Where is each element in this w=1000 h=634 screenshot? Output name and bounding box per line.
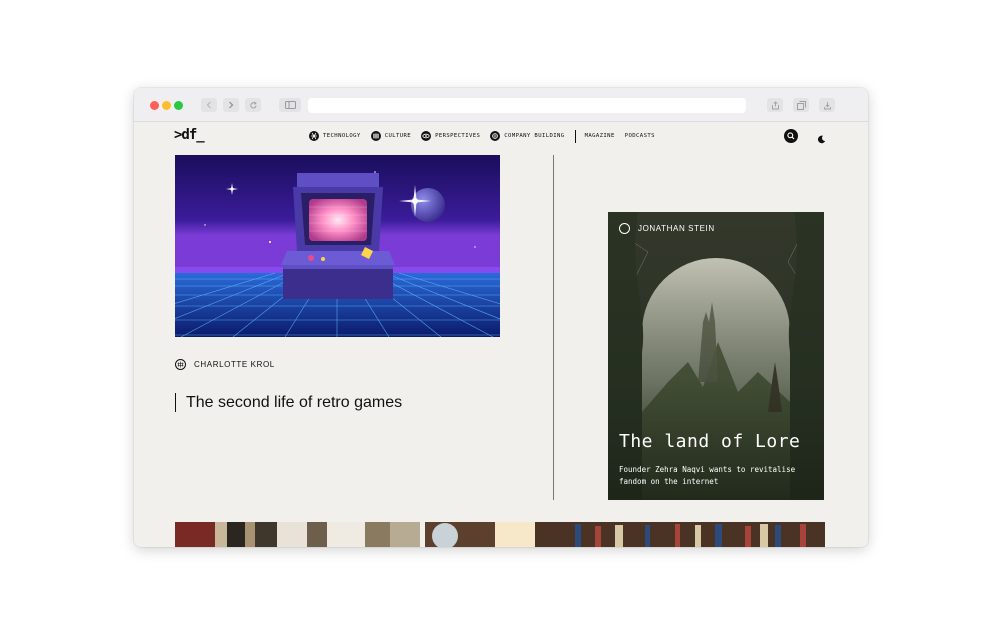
technology-icon [309, 131, 319, 141]
address-bar[interactable] [308, 98, 746, 113]
back-button[interactable] [201, 98, 217, 112]
nav-label: CULTURE [384, 133, 412, 139]
tabs-button[interactable] [793, 98, 809, 112]
author-globe-icon [619, 223, 630, 234]
bookshelf-photo [175, 522, 825, 547]
web-page: >df_ TECHNOLOGY CULTURE PERSPECTIVES COM… [134, 122, 868, 547]
nav-item-technology[interactable]: TECHNOLOGY [309, 131, 361, 141]
nav-label: PERSPECTIVES [435, 133, 481, 139]
share-button[interactable] [767, 98, 783, 112]
chevron-right-icon [229, 101, 234, 109]
reload-icon [249, 101, 257, 108]
search-button[interactable] [784, 129, 798, 143]
minimize-window-button[interactable] [162, 101, 171, 110]
site-logo[interactable]: >df_ [174, 127, 205, 143]
nav-item-perspectives[interactable]: PERSPECTIVES [421, 131, 480, 141]
theme-toggle-button[interactable] [817, 131, 826, 144]
main-nav: TECHNOLOGY CULTURE PERSPECTIVES COMPANY … [309, 129, 665, 143]
sidebar-toggle-button[interactable] [279, 98, 301, 112]
perspectives-icon [421, 131, 432, 141]
card-author[interactable]: JONATHAN STEIN [619, 223, 715, 234]
featured-card[interactable]: JONATHAN STEIN The land of Lore Founder … [608, 212, 824, 500]
browser-window: >df_ TECHNOLOGY CULTURE PERSPECTIVES COM… [134, 88, 868, 547]
nav-divider [574, 129, 576, 143]
sidebar-icon [284, 101, 296, 109]
moon-icon [817, 135, 826, 144]
download-icon [823, 101, 831, 109]
nav-label: TECHNOLOGY [323, 133, 361, 139]
fantasy-landscape-illustration [608, 212, 824, 500]
chevron-left-icon [206, 101, 211, 109]
author-name: CHARLOTTE KROL [194, 360, 275, 369]
download-button[interactable] [819, 98, 835, 112]
nav-link-podcasts[interactable]: PODCASTS [625, 133, 655, 139]
zoom-window-button[interactable] [174, 101, 183, 110]
author-name: JONATHAN STEIN [638, 224, 715, 233]
nav-item-culture[interactable]: CULTURE [370, 131, 412, 141]
author-globe-icon [175, 359, 186, 370]
browser-toolbar [134, 88, 868, 122]
next-article-images[interactable] [175, 522, 825, 547]
tabs-icon [796, 100, 806, 110]
retro-arcade-illustration [175, 155, 500, 337]
feature-headline[interactable]: The second life of retro games [175, 393, 416, 412]
nav-link-magazine[interactable]: MAGAZINE [585, 133, 615, 139]
column-divider [553, 155, 554, 500]
nav-label: COMPANY BUILDING [504, 133, 565, 139]
company-building-icon [490, 131, 501, 141]
search-icon [787, 132, 795, 140]
nav-item-company-building[interactable]: COMPANY BUILDING [490, 131, 564, 141]
share-icon [771, 100, 779, 109]
reload-button[interactable] [245, 98, 261, 112]
culture-icon [370, 131, 381, 141]
close-window-button[interactable] [150, 101, 159, 110]
card-subtitle: Founder Zehra Naqvi wants to revitalise … [619, 465, 796, 486]
card-title: The land of Lore [619, 431, 801, 452]
feature-image[interactable] [175, 155, 500, 337]
forward-button[interactable] [223, 98, 239, 112]
feature-author[interactable]: CHARLOTTE KROL [175, 359, 275, 370]
